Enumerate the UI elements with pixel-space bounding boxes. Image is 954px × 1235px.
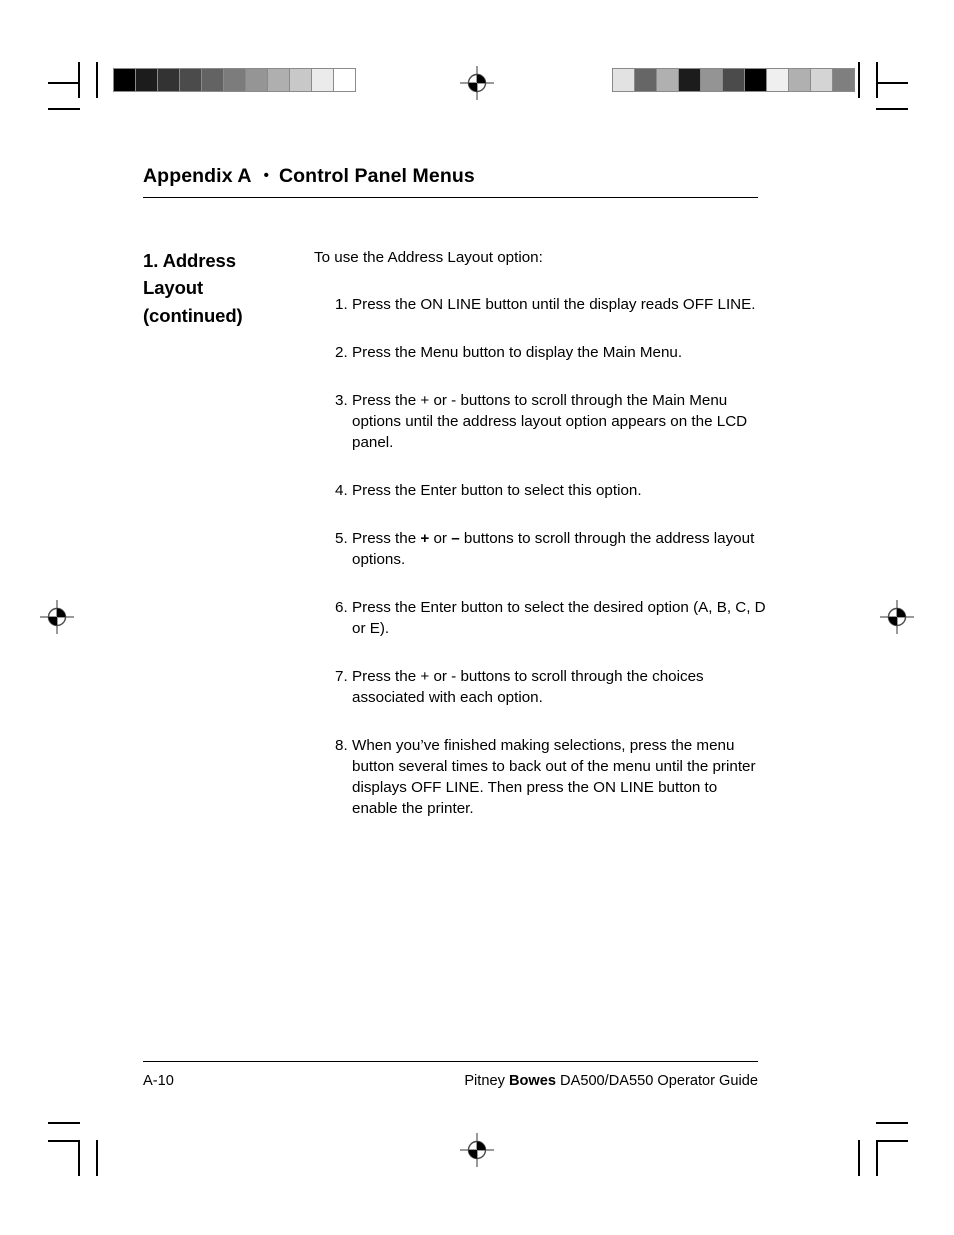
step-text: Press the Enter button to select the des… [352, 598, 766, 637]
step-number: 4. [335, 481, 348, 499]
grayscale-step-wedge-left [113, 68, 356, 92]
registration-target-middle-left [40, 600, 74, 634]
step-number: 5. [335, 529, 348, 547]
step-number: 6. [335, 598, 348, 616]
grayscale-patch-10 [811, 69, 833, 91]
crop-mark-top-right-vertical [876, 62, 878, 98]
grayscale-patch-8 [767, 69, 789, 91]
page-title: Appendix A • Control Panel Menus [143, 165, 758, 197]
procedure-step: 7. Press the + or - buttons to scroll th… [314, 667, 766, 709]
grayscale-patch-11 [334, 69, 355, 91]
crop-mark-top-left-horizontal-outer [48, 82, 80, 84]
chapter-title: Control Panel Menus [278, 165, 475, 187]
grayscale-patch-7 [246, 69, 268, 91]
procedure-step: 2. Press the Menu button to display the … [314, 343, 766, 364]
guide-title-segment: Pitney [464, 1073, 509, 1089]
grayscale-patch-5 [202, 69, 224, 91]
step-text-segment: Press the [352, 529, 421, 547]
crop-mark-bottom-left-horizontal-outer [48, 1122, 80, 1124]
step-text: Press the Menu button to display the Mai… [352, 343, 683, 361]
grayscale-patch-3 [158, 69, 180, 91]
grayscale-patch-3 [657, 69, 679, 91]
crop-mark-bottom-right-vertical [876, 1140, 878, 1176]
intro-paragraph: To use the Address Layout option: [314, 249, 543, 266]
crop-tick-bottom-right [858, 1140, 860, 1176]
grayscale-patch-4 [180, 69, 202, 91]
grayscale-patch-1 [114, 69, 136, 91]
grayscale-patch-8 [268, 69, 290, 91]
step-text: Press the + or - buttons to scroll throu… [352, 667, 704, 706]
crop-mark-bottom-left-vertical [78, 1140, 80, 1176]
bullet-separator-icon: • [263, 167, 269, 184]
section-heading-line-3: (continued) [143, 304, 243, 326]
step-text: Press the Enter button to select this op… [352, 481, 642, 499]
grayscale-patch-5 [701, 69, 723, 91]
brand-name: Bowes [508, 1073, 556, 1089]
crop-tick-top-right [858, 62, 860, 98]
grayscale-patch-9 [290, 69, 312, 91]
procedure-step: 1. Press the ON LINE button until the di… [314, 295, 766, 316]
step-text: Press the + or – buttons to scroll throu… [352, 529, 766, 571]
appendix-label: Appendix A [143, 165, 252, 187]
step-number: 8. [335, 736, 348, 754]
step-number: 2. [335, 343, 348, 361]
page-number: A-10 [143, 1073, 174, 1089]
crop-tick-top-left [96, 62, 98, 98]
grayscale-patch-6 [224, 69, 246, 91]
procedure-step: 3. Press the + or - buttons to scroll th… [314, 391, 766, 454]
section-heading: 1. Address Layout (continued) [143, 247, 303, 329]
registration-target-middle-right [880, 600, 914, 634]
step-number: 3. [335, 391, 348, 409]
step-text-segment: or [429, 529, 452, 547]
procedure-step: 4. Press the Enter button to select this… [314, 481, 766, 502]
page-footer: A-10 Pitney Bowes DA500/DA550 Operator G… [143, 1061, 758, 1089]
guide-title: Pitney Bowes DA500/DA550 Operator Guide [464, 1073, 758, 1089]
procedure-step: 6. Press the Enter button to select the … [314, 598, 766, 640]
crop-mark-top-left-vertical [78, 62, 80, 98]
plus-key-label: + [420, 529, 430, 547]
grayscale-patch-4 [679, 69, 701, 91]
step-text: Press the ON LINE button until the displ… [352, 295, 756, 313]
section-heading-line-1: 1. Address [143, 250, 236, 271]
crop-mark-top-left-horizontal-inner [48, 108, 80, 110]
step-number: 7. [335, 667, 348, 685]
body-content: To use the Address Layout option: 1. Pre… [314, 248, 766, 819]
minus-key-label: – [451, 529, 460, 547]
procedure-step: 8. When you’ve finished making selection… [314, 736, 766, 820]
crop-mark-top-right-horizontal-inner [876, 108, 908, 110]
grayscale-patch-9 [789, 69, 811, 91]
grayscale-patch-1 [613, 69, 635, 91]
section-heading-line-2: Layout [143, 277, 204, 299]
grayscale-patch-2 [136, 69, 158, 91]
grayscale-patch-11 [833, 69, 854, 91]
grayscale-patch-2 [635, 69, 657, 91]
crop-mark-bottom-right-horizontal-outer [876, 1122, 908, 1124]
grayscale-step-wedge-right [612, 68, 855, 92]
step-text: Press the + or - buttons to scroll throu… [352, 391, 748, 451]
header-divider [143, 197, 758, 198]
step-text: When you’ve finished making selections, … [352, 736, 756, 817]
crop-mark-bottom-left-horizontal-inner [48, 1140, 80, 1142]
grayscale-patch-6 [723, 69, 745, 91]
procedure-step-list: 1. Press the ON LINE button until the di… [314, 295, 766, 820]
procedure-step: 5. Press the + or – buttons to scroll th… [314, 529, 766, 571]
grayscale-patch-7 [745, 69, 767, 91]
step-number: 1. [335, 295, 348, 313]
crop-mark-bottom-right-horizontal-inner [876, 1140, 908, 1142]
registration-target-top-center [460, 66, 494, 100]
guide-title-segment: DA500/DA550 Operator Guide [556, 1073, 758, 1089]
document-page: Appendix A • Control Panel Menus 1. Addres… [0, 0, 954, 1235]
crop-mark-top-right-horizontal-outer [876, 82, 908, 84]
registration-target-bottom-center [460, 1133, 494, 1167]
page-header: Appendix A • Control Panel Menus [143, 165, 758, 198]
grayscale-patch-10 [312, 69, 334, 91]
crop-tick-bottom-left [96, 1140, 98, 1176]
